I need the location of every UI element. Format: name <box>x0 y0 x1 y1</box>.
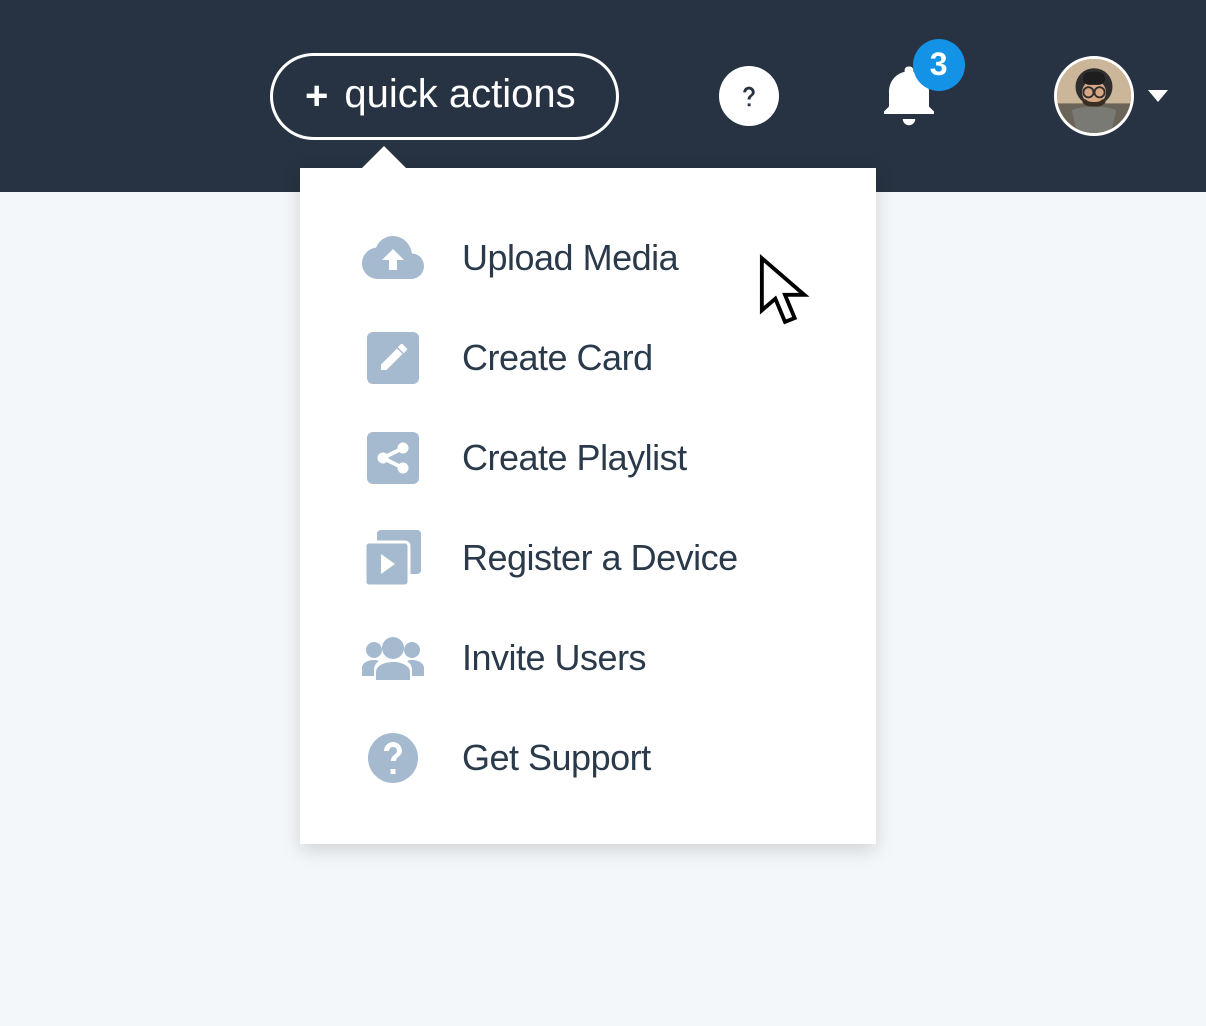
menu-item-label: Invite Users <box>462 637 646 679</box>
menu-item-create-card[interactable]: Create Card <box>300 308 876 408</box>
menu-item-invite-users[interactable]: Invite Users <box>300 608 876 708</box>
quick-actions-button[interactable]: + quick actions <box>270 53 619 140</box>
avatar <box>1054 56 1134 136</box>
help-circle-icon <box>362 730 424 786</box>
menu-item-label: Upload Media <box>462 237 678 279</box>
menu-item-label: Get Support <box>462 737 651 779</box>
menu-item-upload-media[interactable]: Upload Media <box>300 208 876 308</box>
notifications-badge: 3 <box>913 39 965 91</box>
notifications-button[interactable]: 3 <box>879 61 939 132</box>
share-square-icon <box>362 430 424 486</box>
menu-item-register-device[interactable]: Register a Device <box>300 508 876 608</box>
menu-item-label: Create Card <box>462 337 653 379</box>
pencil-square-icon <box>362 330 424 386</box>
question-mark-icon <box>733 80 765 112</box>
chevron-down-icon <box>1148 90 1168 102</box>
header-bar: + quick actions 3 <box>0 0 1206 192</box>
notifications-count: 3 <box>930 46 948 83</box>
help-button[interactable] <box>719 66 779 126</box>
plus-icon: + <box>305 76 328 116</box>
menu-item-label: Create Playlist <box>462 437 687 479</box>
cloud-upload-icon <box>362 230 424 286</box>
quick-actions-label: quick actions <box>344 72 575 117</box>
menu-item-get-support[interactable]: Get Support <box>300 708 876 808</box>
user-menu-button[interactable] <box>1054 56 1168 136</box>
menu-item-label: Register a Device <box>462 537 738 579</box>
menu-item-create-playlist[interactable]: Create Playlist <box>300 408 876 508</box>
users-icon <box>362 630 424 686</box>
device-play-icon <box>362 530 424 586</box>
quick-actions-dropdown: Upload Media Create Card Create Playlist <box>300 168 876 844</box>
